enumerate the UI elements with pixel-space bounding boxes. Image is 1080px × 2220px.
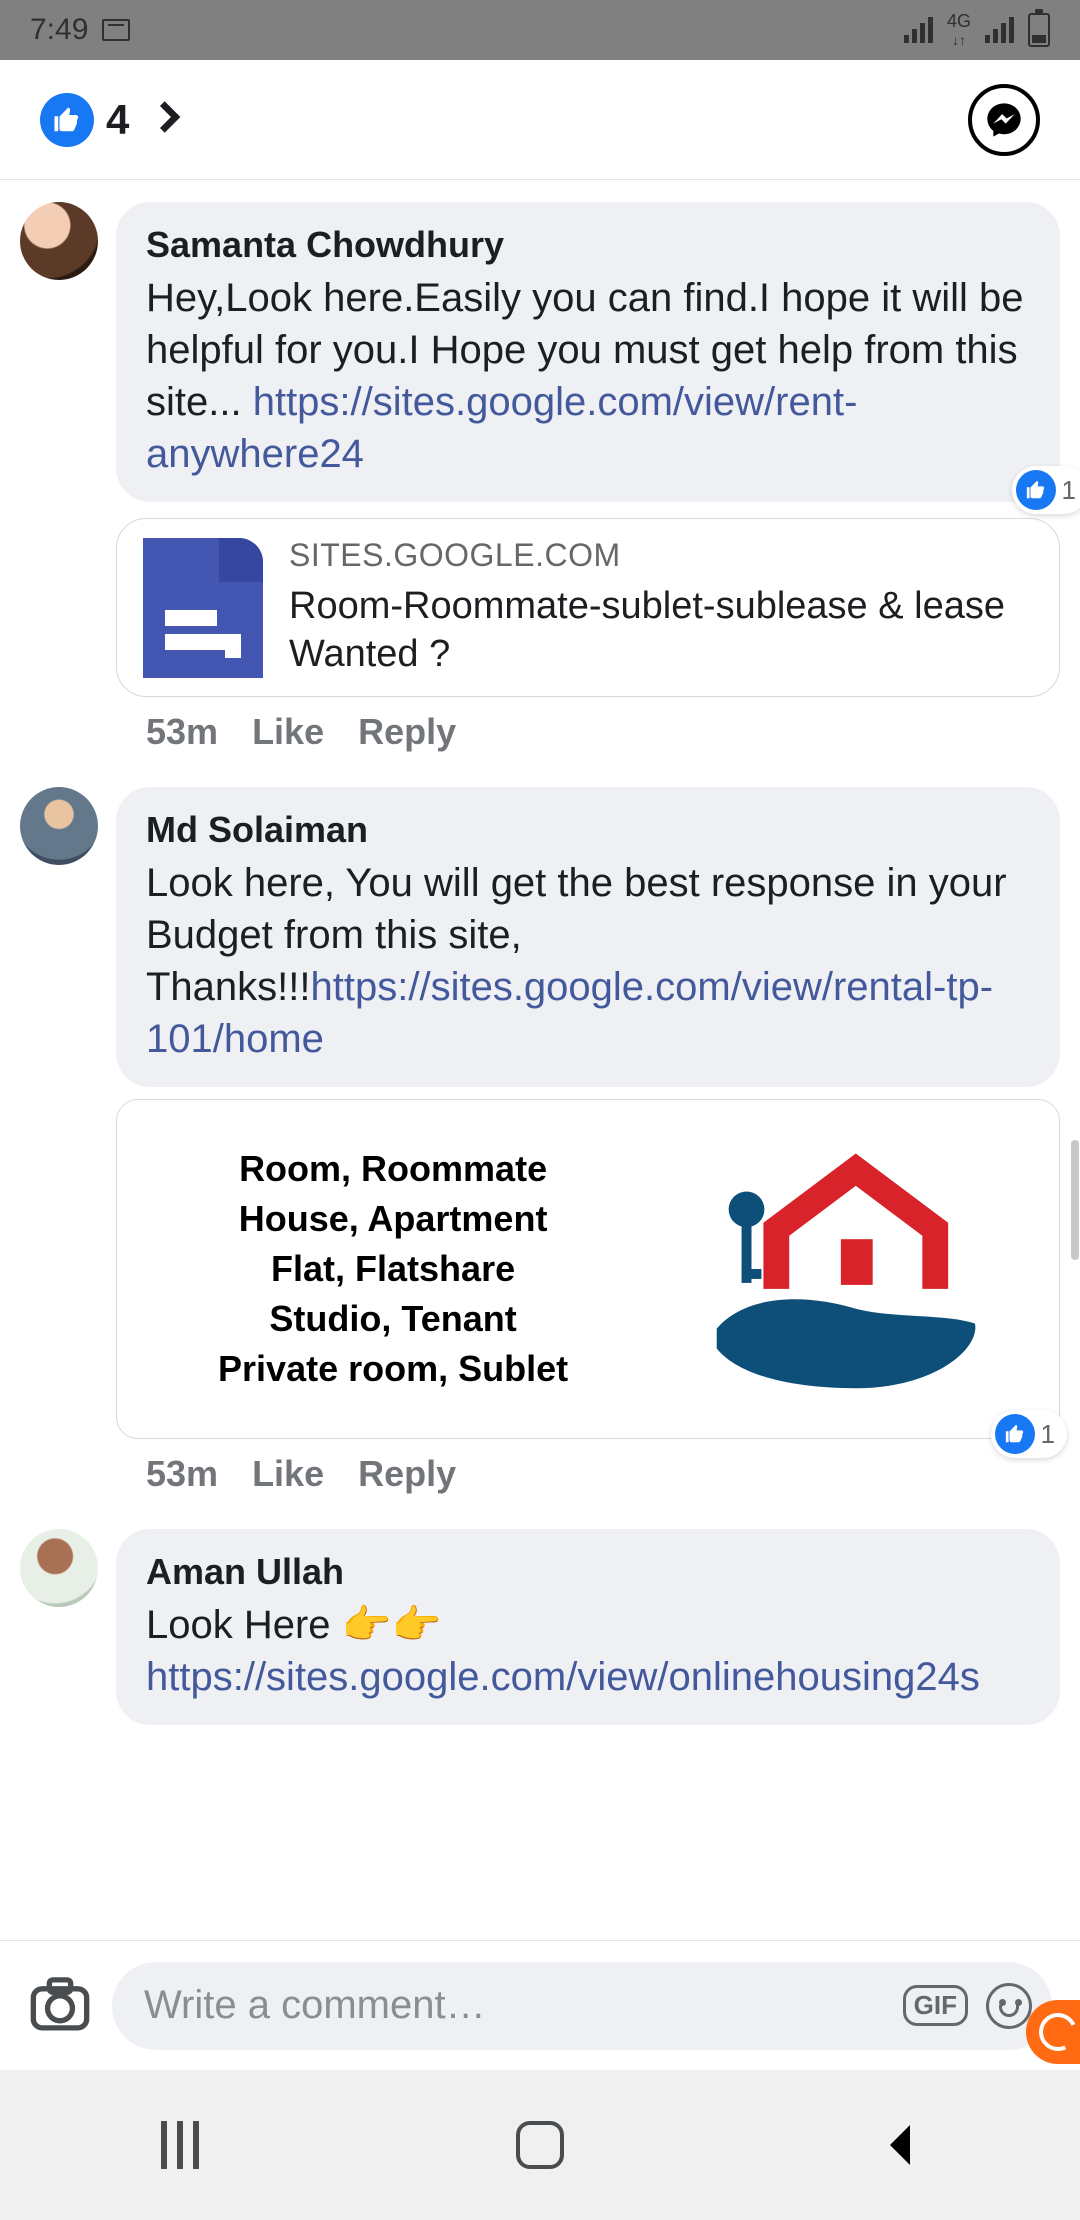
comment-link[interactable]: https://sites.google.com/view/rent-anywh… — [146, 380, 857, 476]
chevron-left-icon — [870, 2115, 930, 2175]
like-button[interactable]: Like — [252, 711, 324, 753]
comment-timestamp[interactable]: 53m — [146, 711, 218, 753]
image-card-text: Room, Roommate House, Apartment Flat, Fl… — [145, 1144, 641, 1394]
comment-author[interactable]: Aman Ullah — [146, 1551, 1030, 1593]
reply-button[interactable]: Reply — [358, 1453, 456, 1495]
battery-icon — [1028, 13, 1050, 47]
image-preview-card[interactable]: Room, Roommate House, Apartment Flat, Fl… — [116, 1099, 1060, 1439]
comment-placeholder: Write a comment… — [144, 1983, 885, 2028]
gmail-icon — [102, 19, 130, 41]
reaction-count: 4 — [106, 96, 129, 144]
avatar[interactable] — [20, 202, 98, 280]
house-key-hand-icon — [641, 1120, 1031, 1418]
signal-icon — [904, 17, 933, 43]
home-button[interactable] — [510, 2115, 570, 2175]
like-icon — [995, 1414, 1035, 1454]
comment-author[interactable]: Md Solaiman — [146, 809, 1030, 851]
comment-body: Hey,Look here.Easily you can find.I hope… — [146, 272, 1030, 480]
comment-reaction-count: 1 — [1062, 475, 1076, 506]
comment-input[interactable]: Write a comment… GIF — [112, 1962, 1052, 2050]
comment-actions: 53m Like Reply — [146, 711, 1060, 753]
messenger-icon — [984, 100, 1024, 140]
avatar[interactable] — [20, 1529, 98, 1607]
comment-body: Look Here 👉👉 https://sites.google.com/vi… — [146, 1599, 1030, 1703]
comment-timestamp[interactable]: 53m — [146, 1453, 218, 1495]
camera-icon — [28, 1971, 92, 2035]
google-sites-doc-icon — [143, 538, 263, 678]
network-type-icon: 4G↓↑ — [947, 12, 971, 48]
reply-button[interactable]: Reply — [358, 711, 456, 753]
open-camera-button[interactable] — [28, 1971, 92, 2040]
like-button[interactable]: Like — [252, 1453, 324, 1495]
avatar[interactable] — [20, 787, 98, 865]
like-icon — [1016, 470, 1056, 510]
scroll-indicator — [1071, 1140, 1079, 1260]
comments-list: Samanta Chowdhury Hey,Look here.Easily y… — [0, 180, 1080, 1725]
link-title: Room-Roommate-sublet-sublease & lease Wa… — [289, 582, 1033, 678]
open-messenger-button[interactable] — [968, 84, 1040, 156]
android-status-bar: 7:49 4G↓↑ — [0, 0, 1080, 60]
open-reactions[interactable]: 4 — [40, 93, 189, 147]
comment-item: Md Solaiman Look here, You will get the … — [20, 787, 1060, 1495]
comment-body: Look here, You will get the best respons… — [146, 857, 1030, 1065]
status-time: 7:49 — [30, 13, 88, 47]
comment-composer: Write a comment… GIF — [0, 1940, 1080, 2070]
comment-link[interactable]: https://sites.google.com/view/onlinehous… — [146, 1655, 980, 1699]
recents-button[interactable] — [150, 2115, 210, 2175]
signal-icon-2 — [985, 17, 1014, 43]
comment-actions: 53m Like Reply — [146, 1453, 1060, 1495]
emoji-button[interactable] — [986, 1983, 1032, 2029]
link-domain: SITES.GOOGLE.COM — [289, 537, 1033, 574]
comment-reactions[interactable]: 1 — [991, 1410, 1067, 1458]
comment-bubble[interactable]: Samanta Chowdhury Hey,Look here.Easily y… — [116, 202, 1060, 502]
comment-item: Samanta Chowdhury Hey,Look here.Easily y… — [20, 202, 1060, 753]
chevron-right-icon — [149, 97, 189, 142]
gif-button[interactable]: GIF — [903, 1985, 968, 2026]
comment-reactions[interactable]: 1 — [1012, 466, 1080, 514]
link-preview-card[interactable]: SITES.GOOGLE.COM Room-Roommate-sublet-su… — [116, 518, 1060, 697]
comment-item: Aman Ullah Look Here 👉👉 https://sites.go… — [20, 1529, 1060, 1725]
back-button[interactable] — [870, 2115, 930, 2175]
reactions-header: 4 — [0, 60, 1080, 180]
comment-bubble[interactable]: Md Solaiman Look here, You will get the … — [116, 787, 1060, 1087]
comment-author[interactable]: Samanta Chowdhury — [146, 224, 1030, 266]
comment-bubble[interactable]: Aman Ullah Look Here 👉👉 https://sites.go… — [116, 1529, 1060, 1725]
like-icon — [40, 93, 94, 147]
android-nav-bar — [0, 2070, 1080, 2220]
comment-reaction-count: 1 — [1041, 1419, 1055, 1450]
